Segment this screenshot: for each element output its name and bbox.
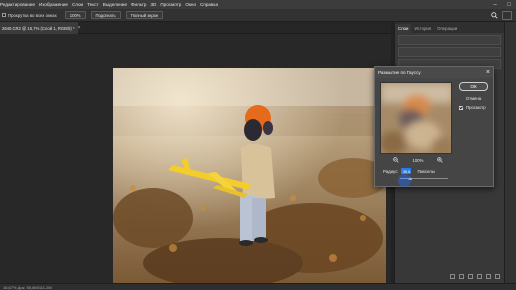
fx-icon[interactable] [459,274,464,279]
preview-label: Просмотр [466,105,486,110]
menu-edit[interactable]: Редактирование [0,2,35,7]
document-tab-label: 2640.CR2 @ 16,7% (Слой 1, RGB/8) * [2,25,75,31]
mask-icon[interactable] [468,274,473,279]
blend-mode-row[interactable] [398,47,501,57]
tab-actions[interactable]: Операции [434,24,460,33]
menu-image[interactable]: Изображение [39,2,68,7]
preview-checkbox[interactable]: Просмотр [459,105,486,110]
menu-filter[interactable]: Фильтр [131,2,146,7]
menu-bar: Редактирование Изображение Слои Текст Вы… [0,0,516,9]
dialog-title: Размытие по Гауссу [378,70,421,75]
side-toolbar [504,22,516,283]
optbar-right-group [490,11,512,20]
menu-layers[interactable]: Слои [72,2,83,7]
minimize-button[interactable]: – [488,0,502,9]
adjustment-icon[interactable] [477,274,482,279]
options-bar: Прокрутка во всех окнах 100% Подогнать П… [0,9,516,22]
close-icon[interactable]: × [78,25,81,31]
checkbox-box[interactable] [2,13,6,17]
zoom-level: 100% [412,157,424,163]
canvas-area[interactable] [0,34,391,283]
fill-screen-button[interactable]: Полный экран [125,11,164,19]
restore-button[interactable]: □ [502,0,516,9]
radius-units: Пикселы [417,168,435,174]
zoom-100-button[interactable]: 100% [64,11,86,19]
share-icon[interactable] [502,11,512,20]
preview-checkbox-box[interactable] [459,105,463,110]
zoom-controls: 100% [393,157,443,163]
scroll-all-label: Прокрутка во всех окнах [8,12,57,18]
ok-button[interactable]: ОК [459,82,488,91]
link-layers-icon[interactable] [450,274,455,279]
new-layer-icon[interactable] [495,274,500,279]
search-icon[interactable] [490,11,499,20]
radius-row: Радиус: 35,6 Пикселы [383,168,435,174]
status-text: 16,67% Док: 55,6M/111,2M [3,284,52,290]
radius-label: Радиус: [383,168,399,174]
dialog-title-bar[interactable]: Размытие по Гауссу × [375,67,493,78]
close-icon[interactable]: × [486,68,490,77]
panel-tabs: Слои История Операции [395,22,504,33]
menu-type[interactable]: Текст [87,2,99,7]
layer-filter-row[interactable] [398,35,501,45]
tab-layers[interactable]: Слои [395,24,412,33]
menu-window[interactable]: Окно [185,2,196,7]
fit-screen-button[interactable]: Подогнать [90,11,121,19]
menu-view[interactable]: Просмотр [160,2,181,7]
scroll-all-windows-checkbox[interactable]: Прокрутка во всех окнах [2,13,57,18]
panel-bottom-toolbar [450,274,509,279]
status-bar: 16,67% Док: 55,6M/111,2M [0,283,516,290]
gaussian-blur-dialog: Размытие по Гауссу × ОК Отмена Просмотр [374,66,494,187]
blur-preview[interactable] [380,82,452,154]
cancel-button[interactable]: Отмена [459,94,488,102]
folder-icon[interactable] [486,274,491,279]
zoom-out-icon[interactable] [393,157,399,163]
menu-help[interactable]: Справка [200,2,218,7]
tab-history[interactable]: История [411,24,434,33]
cursor-highlight [398,174,411,187]
menu-select[interactable]: Выделение [103,2,127,7]
document-image[interactable] [113,68,386,283]
zoom-in-icon[interactable] [437,157,443,163]
menu-3d[interactable]: 3D [150,2,156,7]
document-tab[interactable]: 2640.CR2 @ 16,7% (Слой 1, RGB/8) * × [0,22,81,34]
document-tab-bar: 2640.CR2 @ 16,7% (Слой 1, RGB/8) * × [0,22,391,34]
